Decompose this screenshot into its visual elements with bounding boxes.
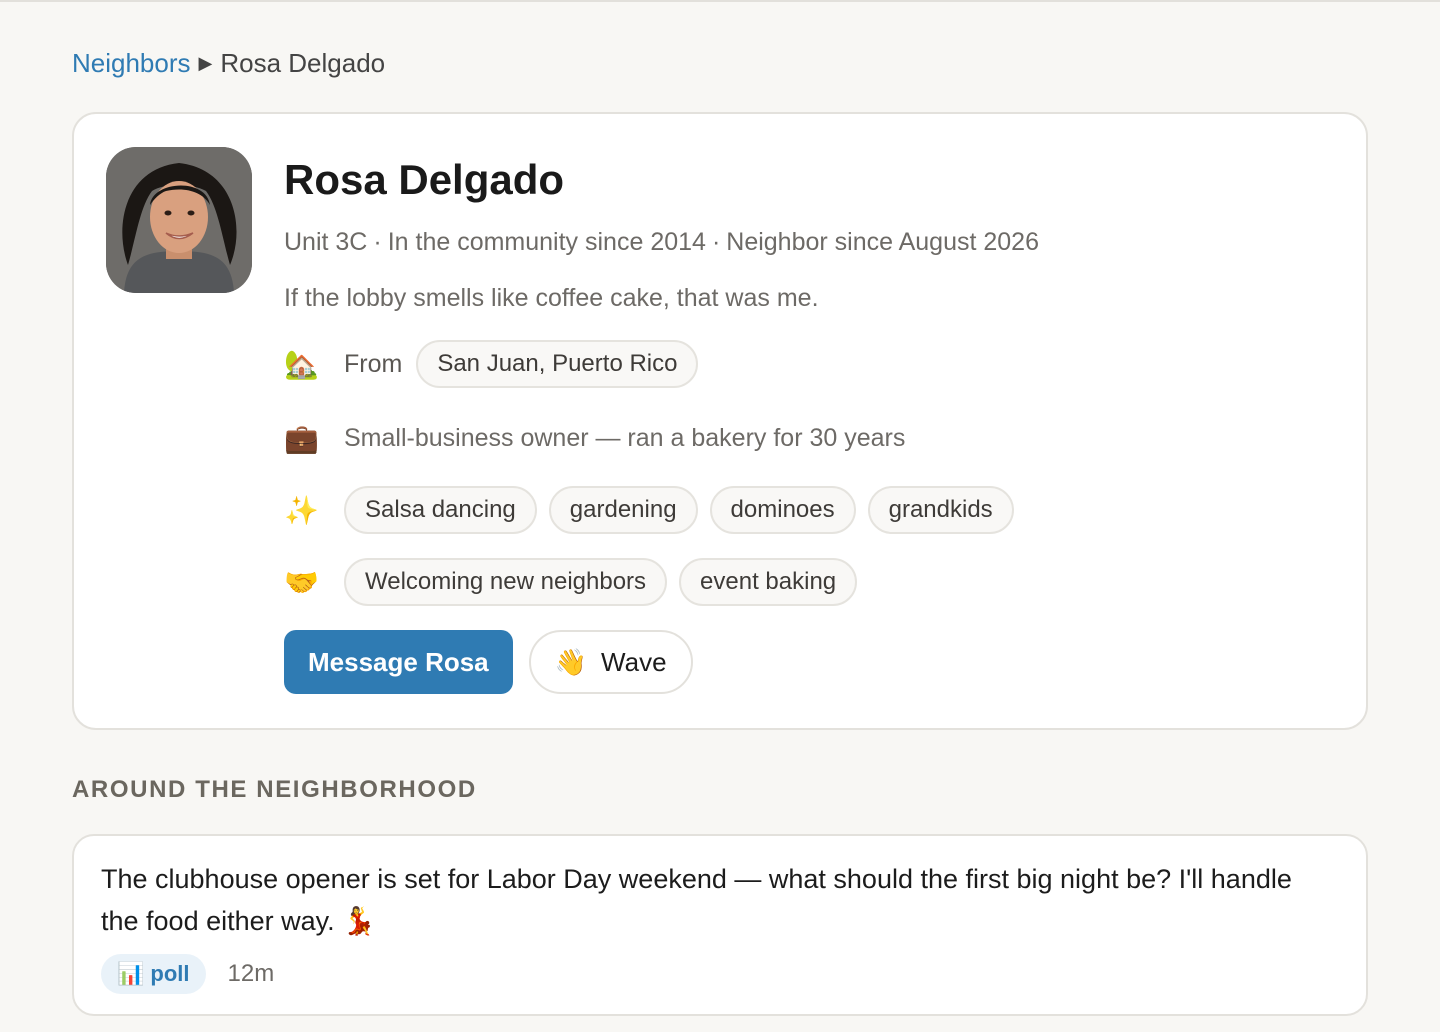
meta-separator: · bbox=[711, 228, 721, 256]
profile-unit: Unit 3C bbox=[284, 228, 368, 256]
message-button[interactable]: Message Rosa bbox=[284, 630, 513, 694]
breadcrumb-current: Rosa Delgado bbox=[220, 48, 386, 78]
occupation-text: Small-business owner — ran a bakery for … bbox=[344, 423, 906, 452]
helps-chips: Welcoming new neighbors event baking bbox=[344, 558, 858, 606]
profile-name: Rosa Delgado bbox=[284, 156, 565, 203]
from-label: From bbox=[344, 349, 403, 378]
avatar bbox=[106, 147, 252, 293]
sparkles-icon: ✨ bbox=[284, 494, 319, 526]
post-card[interactable]: The clubhouse opener is set for Labor Da… bbox=[72, 834, 1368, 1016]
breadcrumb: Neighbors ▶ Rosa Delgado bbox=[72, 48, 385, 79]
avatar-portrait-icon bbox=[106, 147, 252, 293]
post-footer: 📊 poll 12m bbox=[101, 954, 274, 994]
profile-actions: Message Rosa 👋 Wave bbox=[284, 630, 693, 694]
handshake-icon: 🤝 bbox=[284, 566, 319, 598]
interest-chip[interactable]: dominoes bbox=[709, 486, 856, 534]
profile-card: Rosa Delgado Unit 3C · In the community si… bbox=[72, 112, 1368, 730]
waving-hand-icon: 👋 bbox=[554, 646, 588, 677]
interests-chips: Salsa dancing gardening dominoes grandki… bbox=[344, 486, 1014, 534]
profile-helps-row: 🤝 Welcoming new neighbors event baking bbox=[284, 558, 858, 606]
profile-interests-row: ✨ Salsa dancing gardening dominoes grand… bbox=[284, 486, 1014, 534]
wave-button[interactable]: 👋 Wave bbox=[528, 630, 693, 694]
interest-chip[interactable]: gardening bbox=[548, 486, 698, 534]
help-chip[interactable]: event baking bbox=[679, 558, 858, 606]
profile-meta: Unit 3C · In the community since 2014 · Neig… bbox=[284, 228, 1039, 257]
profile-from-row: 🏡 From San Juan, Puerto Rico bbox=[284, 340, 699, 388]
poll-label: poll bbox=[150, 961, 190, 986]
hometown-chip[interactable]: San Juan, Puerto Rico bbox=[416, 340, 699, 388]
section-heading: AROUND THE NEIGHBORHOOD bbox=[72, 776, 477, 803]
post-timestamp: 12m bbox=[227, 960, 275, 987]
profile-bio: If the lobby smells like coffee cake, th… bbox=[284, 284, 819, 312]
poll-badge[interactable]: 📊 poll bbox=[101, 954, 206, 994]
breadcrumb-neighbors-link[interactable]: Neighbors bbox=[72, 48, 191, 79]
post-text: The clubhouse opener is set for Labor Da… bbox=[101, 864, 1292, 936]
meta-separator: · bbox=[373, 228, 382, 256]
house-with-garden-icon: 🏡 bbox=[284, 348, 319, 380]
profile-neighbor-since: Neighbor since August 2026 bbox=[726, 228, 1039, 256]
briefcase-icon: 💼 bbox=[284, 422, 319, 454]
interest-chip[interactable]: Salsa dancing bbox=[344, 486, 537, 534]
breadcrumb-separator: ▶ bbox=[198, 53, 213, 73]
bar-chart-icon: 📊 bbox=[117, 961, 145, 986]
wave-label: Wave bbox=[601, 646, 667, 677]
profile-community-since: In the community since 2014 bbox=[387, 228, 706, 256]
help-chip[interactable]: Welcoming new neighbors bbox=[344, 558, 668, 606]
interest-chip[interactable]: grandkids bbox=[867, 486, 1014, 534]
profile-occupation-row: 💼 Small-business owner — ran a bakery fo… bbox=[284, 418, 905, 458]
